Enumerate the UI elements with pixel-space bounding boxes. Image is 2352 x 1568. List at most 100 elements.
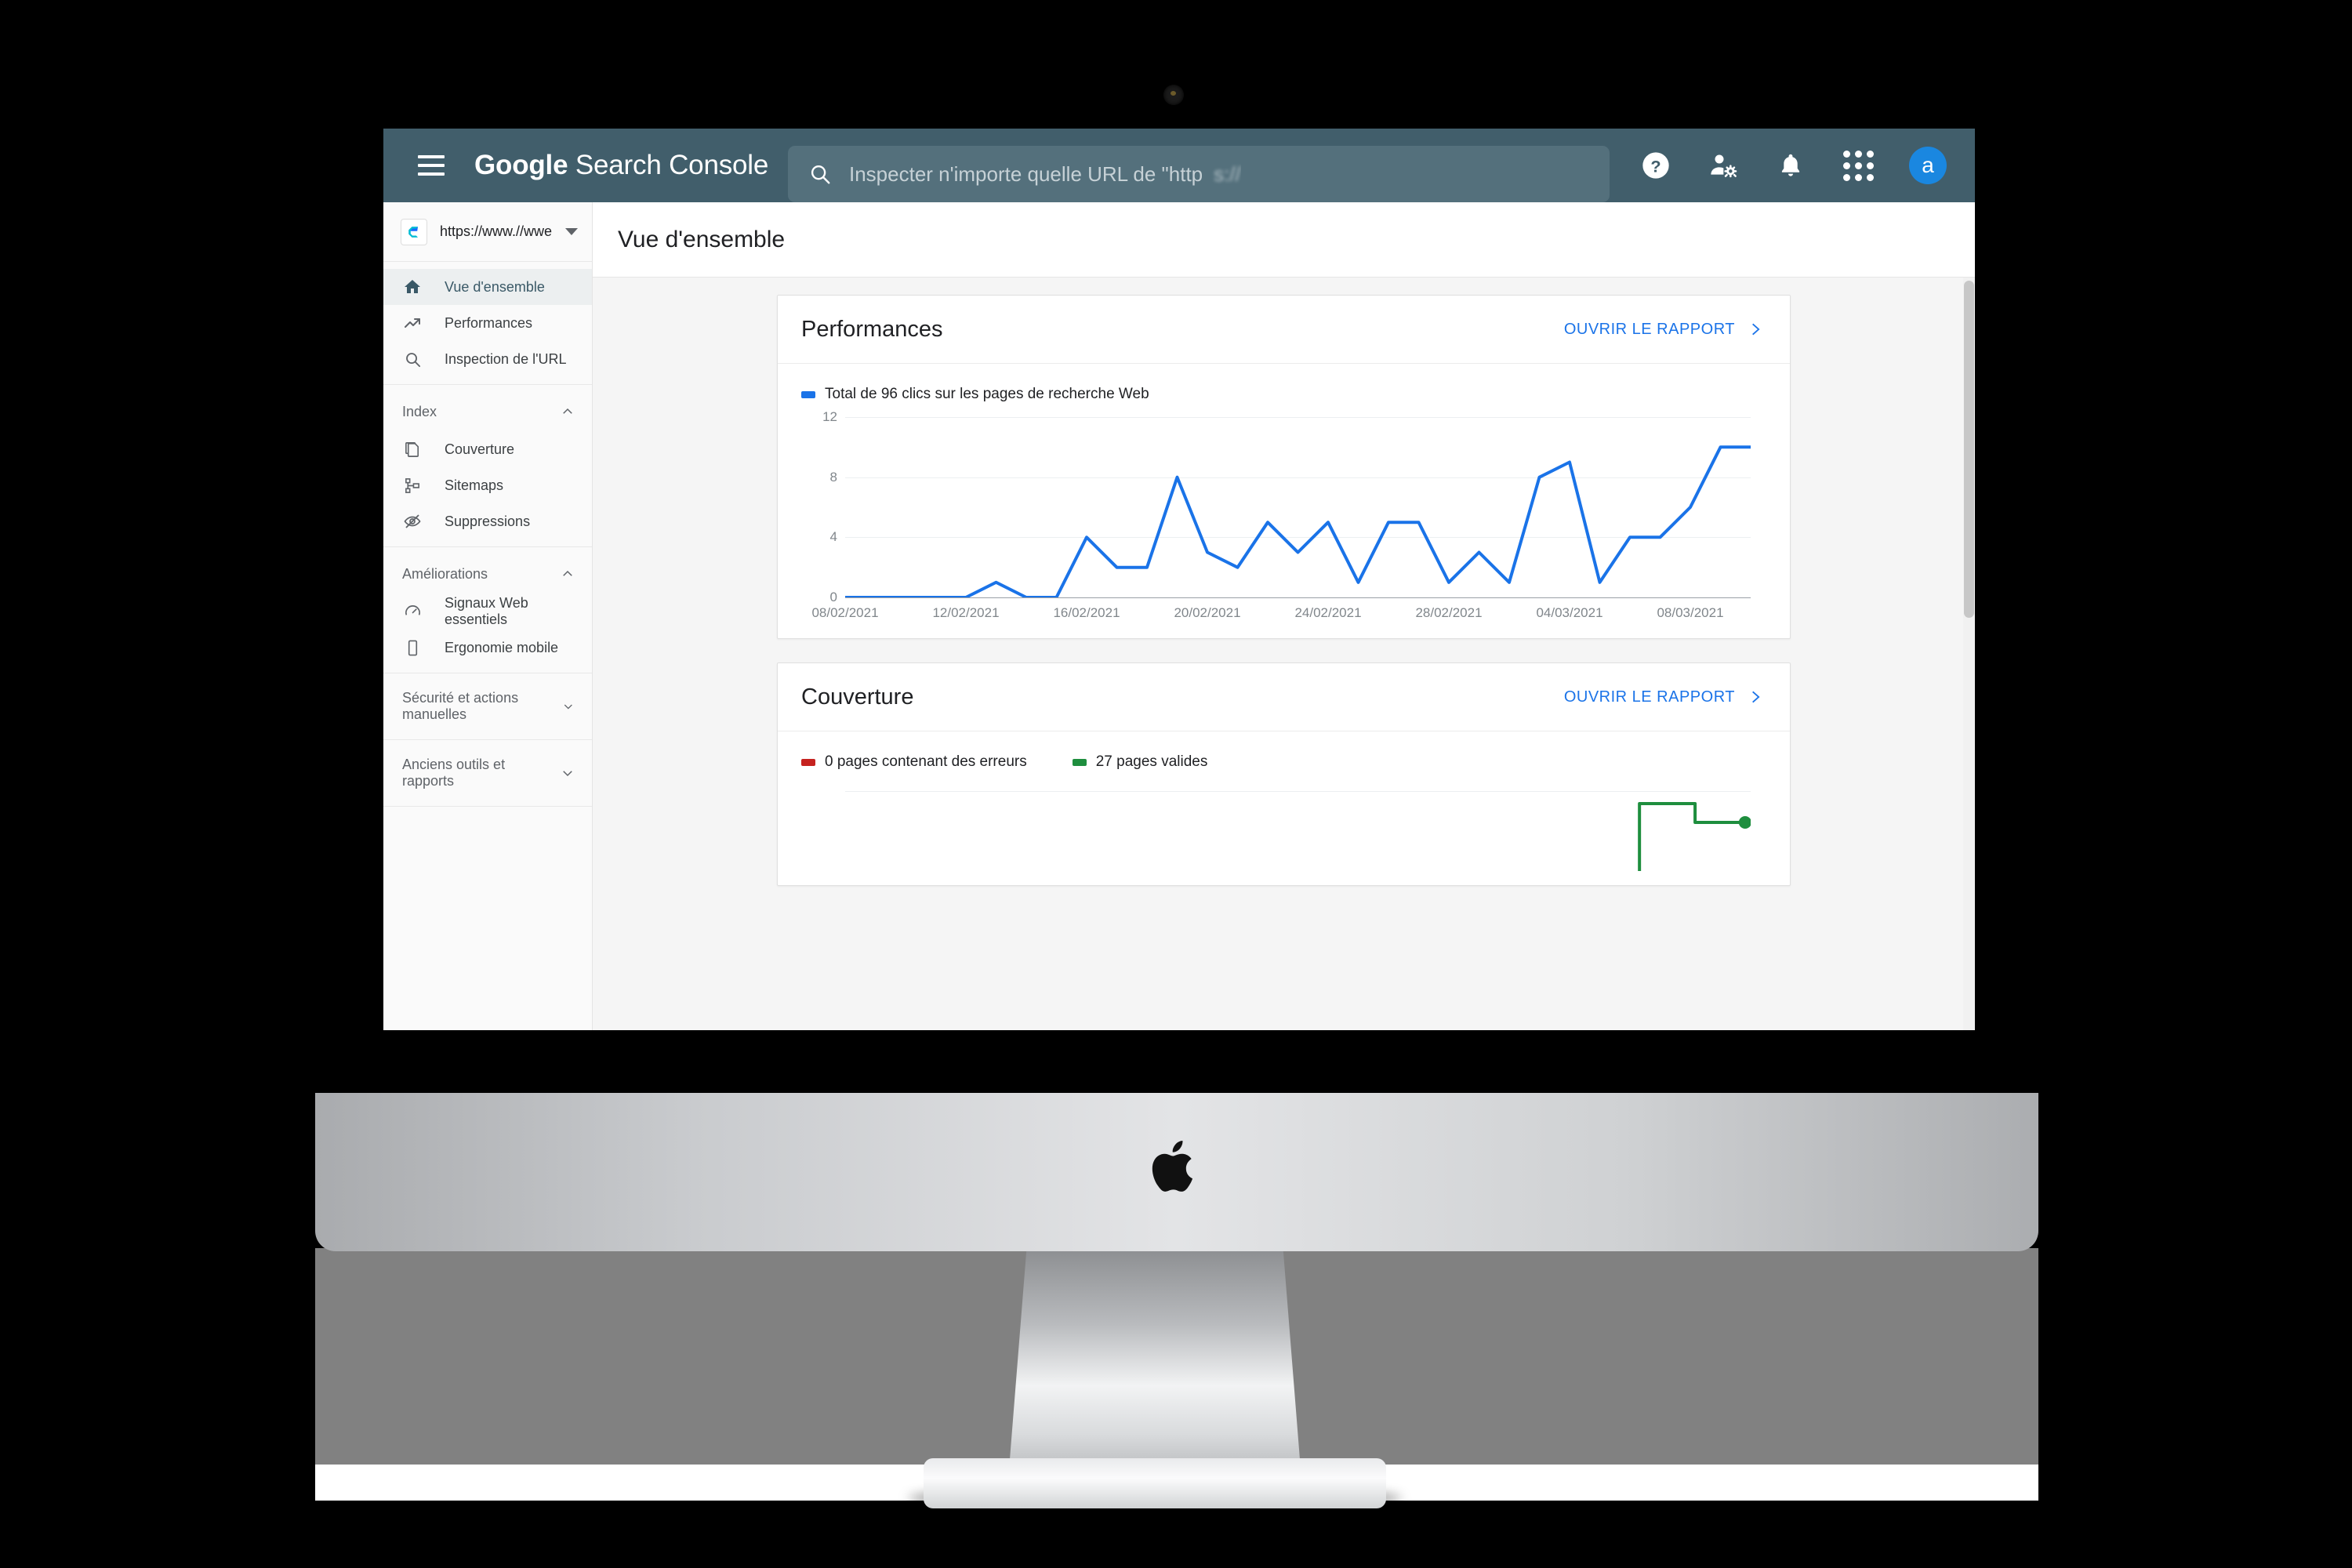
- search-icon: [811, 165, 830, 184]
- legend-swatch: [801, 390, 815, 398]
- coverage-open-report-link[interactable]: OUVRIR LE RAPPORT: [1564, 688, 1763, 706]
- coverage-open-report-label: OUVRIR LE RAPPORT: [1563, 688, 1735, 706]
- monitor-stand-neck: [1009, 1250, 1301, 1469]
- y-axis-tick: 0: [829, 590, 837, 604]
- y-axis-tick: 4: [829, 529, 837, 545]
- coverage-card-header: Couverture OUVRIR LE RAPPORT: [778, 663, 1790, 731]
- sidebar: https://www.//wwe Vue d'ensemble Perform…: [383, 202, 593, 1030]
- brand-google: Google: [474, 150, 568, 180]
- x-axis-tick: 28/02/2021: [1415, 605, 1483, 620]
- coverage-legend: 0 pages contenant des erreurs 27 pages v…: [801, 753, 1766, 771]
- x-axis-tick: 08/02/2021: [811, 605, 879, 620]
- search-placeholder-blurred: s://: [1214, 162, 1241, 186]
- account-settings-icon[interactable]: [1707, 149, 1740, 182]
- coverage-chart: 30: [845, 785, 1751, 871]
- apple-logo-icon: [1152, 1141, 1193, 1192]
- trending-up-icon: [402, 313, 423, 333]
- performance-x-axis: 08/02/2021 12/02/2021 16/02/2021 20/02/2021…: [811, 597, 1751, 624]
- sidebar-group-header-legacy-tools[interactable]: Anciens outils et rapports: [383, 747, 592, 799]
- y-axis-tick: 12: [822, 409, 837, 424]
- page-title: Vue d'ensemble: [618, 226, 786, 252]
- sidebar-item-performance[interactable]: Performances: [383, 305, 592, 341]
- coverage-card-title: Couverture: [801, 684, 914, 710]
- sidebar-item-overview[interactable]: Vue d'ensemble: [383, 269, 592, 305]
- sidebar-item-sitemaps[interactable]: Sitemaps: [383, 467, 592, 503]
- sidebar-group-header-security[interactable]: Sécurité et actions manuelles: [383, 681, 592, 732]
- sidebar-group-index: Index Couverture Sitemaps Suppressions: [383, 385, 592, 547]
- url-inspection-search[interactable]: Inspecter n'importe quelle URL de "http s…: [788, 146, 1610, 202]
- sidebar-group-legacy-tools: Anciens outils et rapports: [383, 740, 592, 807]
- sidebar-item-mobile-usability[interactable]: Ergonomie mobile: [383, 630, 592, 666]
- app-header-bar: Google Search Console Inspecter n'import…: [383, 129, 1975, 202]
- x-axis-tick: 12/02/2021: [932, 605, 1000, 620]
- sidebar-item-label: Performances: [445, 314, 533, 331]
- monitor-screen: Google Search Console Inspecter n'import…: [383, 129, 1975, 1030]
- property-url: https://www.//wwe: [440, 223, 565, 240]
- svg-text:?: ?: [1650, 157, 1661, 176]
- coverage-end-dot: [1738, 816, 1751, 829]
- sidebar-main-group: Vue d'ensemble Performances Inspection d…: [383, 262, 592, 385]
- coverage-card: Couverture OUVRIR LE RAPPORT 0 pages con…: [777, 662, 1791, 886]
- sidebar-item-label: Ergonomie mobile: [445, 639, 559, 655]
- sidebar-group-header-index[interactable]: Index: [383, 392, 592, 431]
- property-selector[interactable]: https://www.//wwe: [383, 202, 592, 262]
- x-axis-tick: 20/02/2021: [1174, 605, 1241, 620]
- avatar[interactable]: a: [1909, 147, 1947, 184]
- sidebar-item-label: Couverture: [445, 441, 515, 457]
- brand-search-console: Search Console: [568, 150, 769, 180]
- sidebar-group-header-enhancements[interactable]: Améliorations: [383, 554, 592, 593]
- sidebar-item-label: Sitemaps: [445, 477, 504, 493]
- mobile-phone-icon: [402, 637, 423, 658]
- sidebar-item-url-inspection[interactable]: Inspection de l'URL: [383, 341, 592, 377]
- app-body: https://www.//wwe Vue d'ensemble Perform…: [383, 202, 1975, 1030]
- performance-card-body: Total de 96 clics sur les pages de reche…: [778, 364, 1790, 638]
- performance-card: Performances OUVRIR LE RAPPORT Total de …: [777, 295, 1791, 639]
- pages-copy-icon: [402, 439, 423, 459]
- chevron-up-icon: [563, 570, 572, 576]
- sidebar-item-label: Suppressions: [445, 513, 531, 529]
- legend-item: Total de 96 clics sur les pages de reche…: [801, 386, 1149, 403]
- y-axis-tick: 8: [829, 469, 837, 485]
- performance-card-title: Performances: [801, 316, 943, 342]
- sidebar-item-removals[interactable]: Suppressions: [383, 503, 592, 539]
- performance-open-report-link[interactable]: OUVRIR LE RAPPORT: [1564, 320, 1763, 339]
- x-axis-tick: 08/03/2021: [1657, 605, 1724, 620]
- x-axis-tick: 24/02/2021: [1294, 605, 1362, 620]
- hamburger-menu-icon[interactable]: [418, 155, 445, 176]
- screenshot-stage: Google Search Console Inspecter n'import…: [0, 0, 2352, 1568]
- app-brand: Google Search Console: [474, 150, 768, 181]
- sidebar-group-title: Anciens outils et rapports: [402, 757, 506, 789]
- search-placeholder: Inspecter n'importe quelle URL de "http s…: [849, 162, 1241, 186]
- sidebar-group-security: Sécurité et actions manuelles: [383, 673, 592, 740]
- sidebar-group-title: Index: [402, 403, 437, 419]
- chevron-down-icon[interactable]: [565, 228, 578, 235]
- vertical-scrollbar[interactable]: [1963, 278, 1975, 1030]
- sidebar-item-core-web-vitals[interactable]: Signaux Web essentiels: [383, 593, 592, 630]
- help-icon[interactable]: ?: [1639, 149, 1672, 182]
- property-url-blurred: [552, 223, 565, 239]
- chevron-up-icon: [563, 408, 572, 414]
- sidebar-item-label: Vue d'ensemble: [445, 278, 545, 295]
- sidebar-item-label: Signaux Web essentiels: [445, 595, 528, 627]
- performance-open-report-label: OUVRIR LE RAPPORT: [1563, 320, 1735, 338]
- legend-swatch: [801, 758, 815, 766]
- sidebar-item-coverage[interactable]: Couverture: [383, 431, 592, 467]
- chevron-right-icon: [1752, 691, 1760, 703]
- page-header: Vue d'ensemble: [593, 202, 1975, 278]
- x-axis-tick: 16/02/2021: [1053, 605, 1120, 620]
- legend-label: 27 pages valides: [1095, 753, 1208, 770]
- apps-grid-icon[interactable]: [1842, 149, 1875, 182]
- property-logo-icon: [401, 218, 427, 245]
- notifications-bell-icon[interactable]: [1774, 149, 1807, 182]
- scrollbar-thumb[interactable]: [1964, 281, 1974, 618]
- monitor-chassis: [315, 1093, 2038, 1251]
- coverage-line-series: [845, 785, 1751, 871]
- header-icon-group: ? a: [1639, 129, 1947, 202]
- chevron-down-icon: [563, 771, 572, 777]
- legend-item: 27 pages valides: [1072, 753, 1208, 771]
- sidebar-group-enhancements: Améliorations Signaux Web essentiels Erg…: [383, 547, 592, 673]
- chevron-right-icon: [1752, 323, 1760, 336]
- avatar-initial: a: [1922, 153, 1934, 177]
- legend-item: 0 pages contenant des erreurs: [801, 753, 1027, 771]
- chevron-down-icon: [564, 704, 573, 710]
